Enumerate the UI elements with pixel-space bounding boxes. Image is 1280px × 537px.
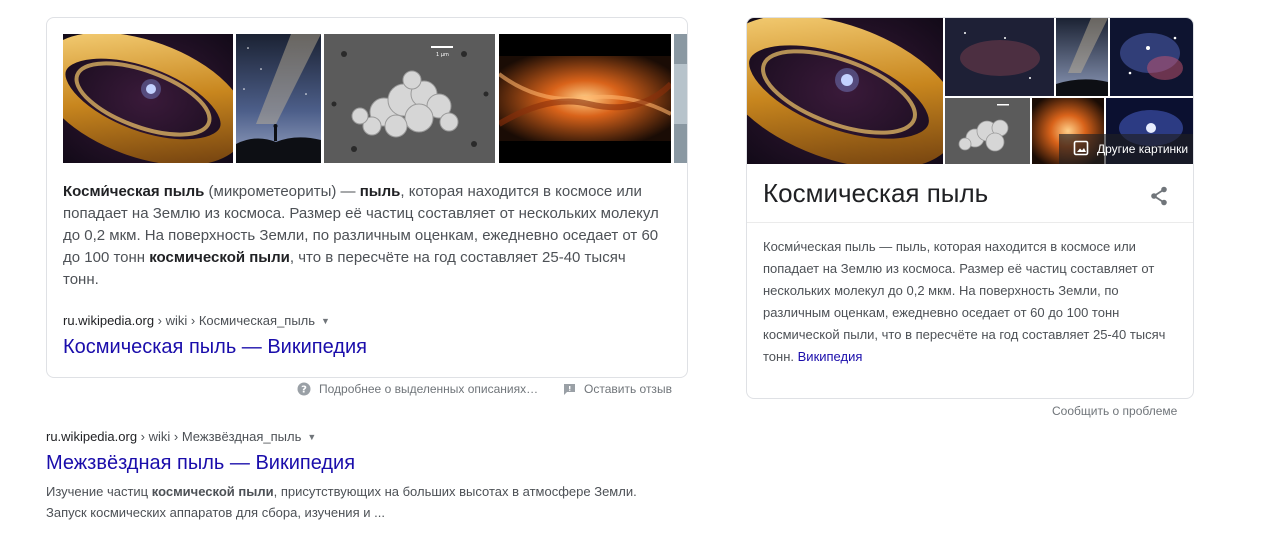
snippet-image-strip: 1 µm xyxy=(63,34,687,163)
result2-cite[interactable]: ru.wikipedia.org › wiki › Межзвёздная_пы… xyxy=(46,429,316,444)
microscope-dust-particle-image[interactable]: 1 µm xyxy=(324,34,495,163)
orange-nebula-image[interactable] xyxy=(499,34,671,163)
result2-description: Изучение частиц космической пыли, присут… xyxy=(46,484,637,520)
scale-label: 1 µm xyxy=(436,52,449,58)
kp-divider xyxy=(747,222,1193,223)
snippet-term: Косми́ческая пыль xyxy=(63,183,205,200)
share-icon[interactable] xyxy=(1147,184,1171,208)
snippet-cite[interactable]: ru.wikipedia.org › wiki › Космическая_пы… xyxy=(63,313,330,328)
partial-image[interactable] xyxy=(674,34,687,163)
feedback-icon xyxy=(563,383,576,396)
kp-description: Косми́ческая пыль — пыль, которая находи… xyxy=(763,239,1166,364)
kp-title: Космическая пыль xyxy=(763,178,989,208)
leave-feedback-link[interactable]: Оставить отзыв xyxy=(563,382,672,396)
kp-star-cluster-image[interactable] xyxy=(1110,18,1193,96)
about-snippets-link[interactable]: ? Подробнее о выделенных описаниях… xyxy=(297,382,538,396)
snippet-result-link[interactable]: Космическая пыль — Википедия xyxy=(63,336,367,359)
help-icon: ? xyxy=(297,382,311,396)
chevron-down-icon[interactable]: ▼ xyxy=(307,432,316,442)
kp-source-link[interactable]: Википедия xyxy=(798,349,863,364)
featured-snippet-card: 1 µm Косми́ческая пыль (микрометеориты) … xyxy=(46,17,688,378)
kp-milky-way-image[interactable] xyxy=(1056,18,1108,96)
more-images-button[interactable]: Другие картинки xyxy=(1059,134,1193,164)
image-icon xyxy=(1073,140,1089,159)
milky-way-silhouette-image[interactable] xyxy=(236,34,321,163)
kp-nebula-image[interactable] xyxy=(945,18,1054,96)
dust-disk-image[interactable] xyxy=(63,34,233,163)
report-problem-link[interactable]: Сообщить о проблеме xyxy=(1052,404,1177,418)
result2-link[interactable]: Межзвёздная пыль — Википедия xyxy=(46,452,355,475)
kp-dust-particle-image[interactable] xyxy=(945,98,1030,164)
kp-main-image[interactable] xyxy=(747,18,943,164)
svg-text:?: ? xyxy=(301,385,307,396)
snippet-text: Косми́ческая пыль (микрометеориты) — пыл… xyxy=(63,183,659,288)
chevron-down-icon[interactable]: ▼ xyxy=(321,316,330,326)
knowledge-panel: Другие картинки Космическая пыль Косми́ч… xyxy=(746,17,1194,399)
